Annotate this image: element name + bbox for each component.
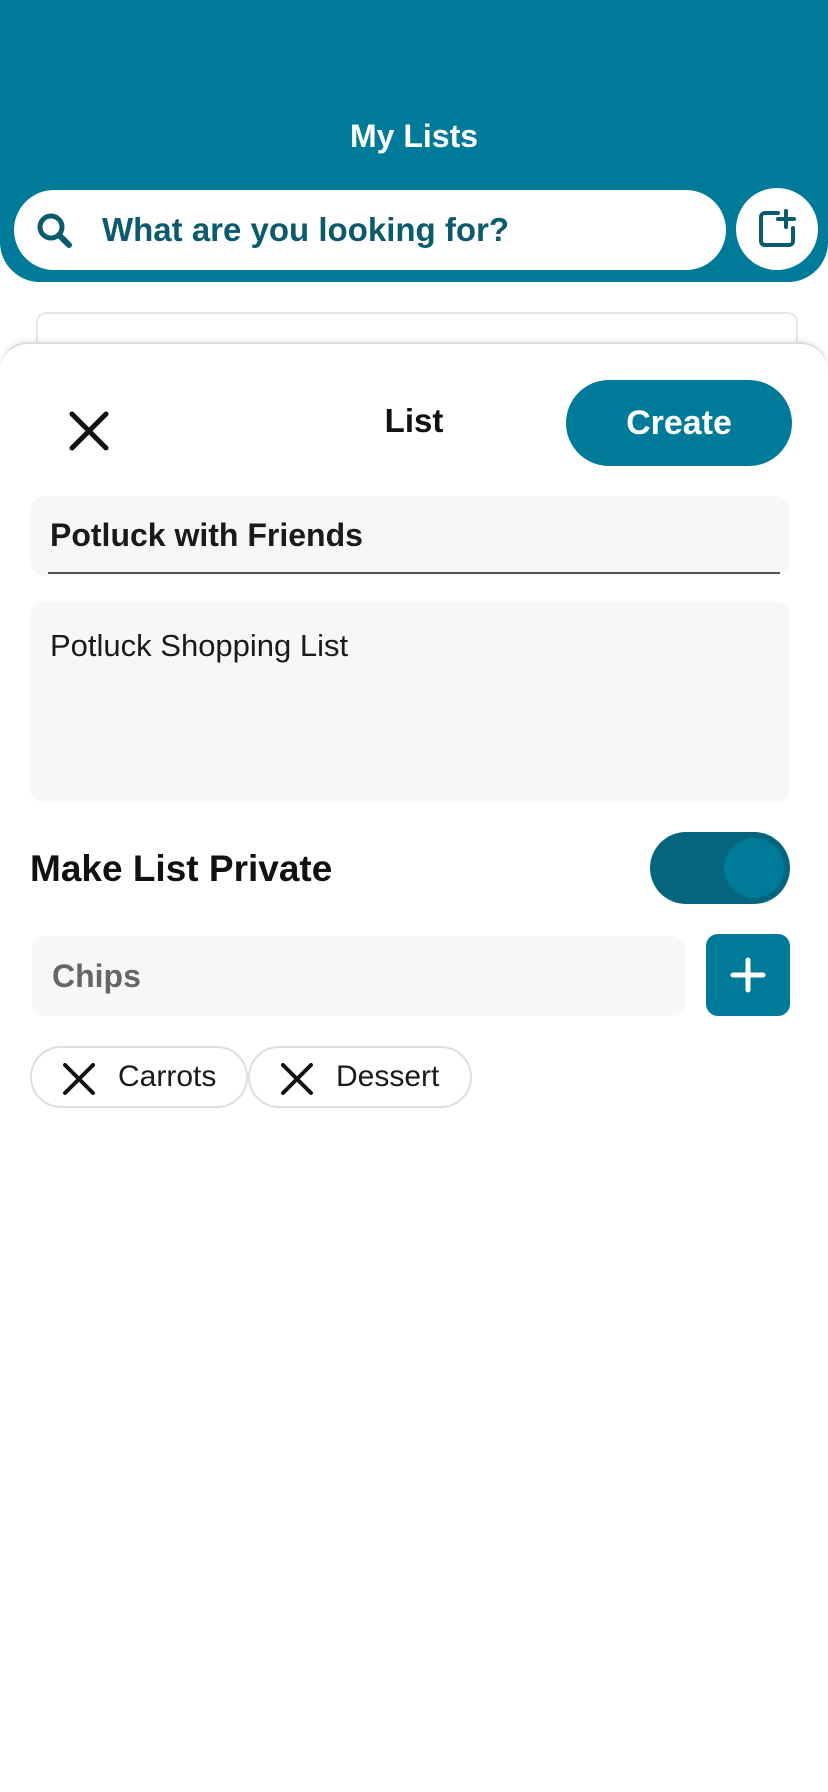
remove-icon[interactable] xyxy=(60,1060,98,1098)
item-chip-label: Dessert xyxy=(336,1060,440,1093)
add-item-button[interactable] xyxy=(706,934,790,1016)
toggle-knob xyxy=(724,838,784,898)
list-description-value: Potluck Shopping List xyxy=(50,628,349,663)
item-input[interactable]: Chips xyxy=(32,936,686,1016)
create-button[interactable]: Create xyxy=(566,380,792,466)
add-list-icon xyxy=(759,209,796,247)
page-title: My Lists xyxy=(349,118,479,154)
private-toggle[interactable] xyxy=(650,832,790,904)
search-input[interactable]: What are you looking for? xyxy=(102,190,509,270)
item-chip[interactable]: Carrots xyxy=(30,1046,248,1108)
field-underline xyxy=(48,572,780,574)
add-list-button[interactable] xyxy=(736,188,818,270)
header: My Lists What are you looking for? xyxy=(0,0,828,282)
search-icon xyxy=(37,213,72,248)
item-chip-label: Carrots xyxy=(118,1060,217,1093)
plus-icon xyxy=(730,957,766,993)
search-bar[interactable]: What are you looking for? xyxy=(14,190,726,270)
item-chip[interactable]: Dessert xyxy=(248,1046,472,1108)
item-input-value: Chips xyxy=(52,958,141,994)
make-private-label: Make List Private xyxy=(30,848,333,889)
list-description-field[interactable]: Potluck Shopping List xyxy=(30,602,790,802)
create-list-sheet: List Create Potluck with Friends Potluck… xyxy=(0,342,828,1792)
remove-icon[interactable] xyxy=(278,1060,316,1098)
list-name-value: Potluck with Friends xyxy=(50,517,363,553)
page: My Lists What are you looking for? List xyxy=(0,0,828,1792)
list-name-field[interactable]: Potluck with Friends xyxy=(30,496,790,576)
